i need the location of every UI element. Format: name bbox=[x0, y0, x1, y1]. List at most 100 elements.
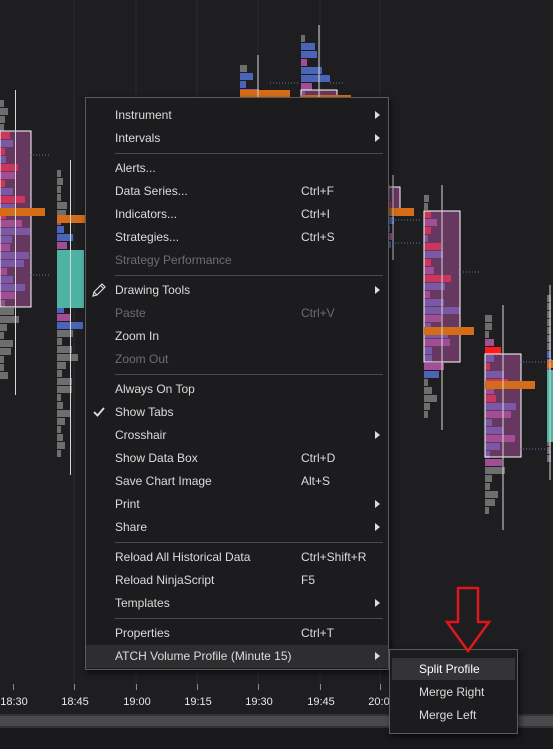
menu-item-label: Zoom Out bbox=[115, 352, 169, 366]
profile-bar bbox=[301, 75, 330, 82]
time-tick-label: 18:45 bbox=[61, 696, 89, 708]
menu-item-reload-historical-data[interactable]: Reload All Historical Data Ctrl+Shift+R bbox=[86, 546, 388, 569]
menu-item-intervals[interactable]: Intervals bbox=[86, 127, 388, 150]
menu-item-label: Drawing Tools bbox=[115, 283, 191, 297]
menu-separator bbox=[115, 153, 383, 154]
submenu-item-split-profile[interactable]: Split Profile bbox=[392, 658, 515, 680]
submenu-item-label: Merge Left bbox=[419, 708, 477, 722]
menu-item-shortcut: Ctrl+S bbox=[301, 230, 335, 244]
menu-item-drawing-tools[interactable]: Drawing Tools bbox=[86, 279, 388, 302]
menu-item-templates[interactable]: Templates bbox=[86, 592, 388, 615]
poc-line bbox=[386, 208, 414, 216]
profile-bar bbox=[57, 418, 65, 425]
profile-bar bbox=[0, 116, 5, 123]
profile-bar bbox=[485, 483, 490, 490]
menu-item-print[interactable]: Print bbox=[86, 493, 388, 516]
profile-bar bbox=[0, 348, 11, 355]
menu-item-strategies[interactable]: Strategies... Ctrl+S bbox=[86, 226, 388, 249]
menu-item-always-on-top[interactable]: Always On Top bbox=[86, 378, 388, 401]
time-tick-label: 19:00 bbox=[123, 696, 151, 708]
menu-item-label: Share bbox=[115, 520, 148, 534]
poc-line bbox=[0, 208, 45, 216]
profile-bar bbox=[240, 65, 247, 72]
menu-item-label: Data Series... bbox=[115, 184, 188, 198]
checkmark-icon bbox=[91, 404, 107, 420]
menu-item-data-series[interactable]: Data Series... Ctrl+F bbox=[86, 180, 388, 203]
profile-bar bbox=[424, 411, 428, 418]
profile-bar bbox=[57, 402, 63, 409]
profile-bar bbox=[301, 43, 315, 50]
submenu-arrow-icon bbox=[375, 500, 380, 508]
profile-bar bbox=[0, 372, 8, 379]
menu-item-shortcut: Ctrl+V bbox=[301, 306, 335, 320]
menu-item-properties[interactable]: Properties Ctrl+T bbox=[86, 622, 388, 645]
profile-bar bbox=[485, 339, 494, 346]
profile-bar bbox=[57, 226, 64, 233]
profile-bar bbox=[57, 202, 67, 209]
menu-item-label: Show Tabs bbox=[115, 405, 174, 419]
profile-bar bbox=[0, 108, 8, 115]
pencil-icon bbox=[91, 282, 107, 298]
profile-bar bbox=[301, 83, 312, 90]
profile-bar bbox=[57, 410, 70, 417]
submenu-item-label: Split Profile bbox=[419, 662, 480, 676]
menu-item-show-tabs[interactable]: Show Tabs bbox=[86, 401, 388, 424]
profile-bar bbox=[57, 442, 65, 449]
profile-bar bbox=[57, 362, 66, 369]
profile-bar bbox=[0, 308, 14, 315]
menu-item-label: Indicators... bbox=[115, 207, 178, 221]
menu-separator bbox=[115, 275, 383, 276]
submenu-item-merge-left[interactable]: Merge Left bbox=[392, 704, 515, 726]
profile-bar bbox=[0, 364, 4, 371]
annotation-arrow-icon bbox=[444, 586, 492, 654]
profile-bar bbox=[485, 315, 492, 322]
time-tick bbox=[74, 684, 75, 690]
menu-item-label: Properties bbox=[115, 626, 170, 640]
time-tick bbox=[136, 684, 137, 690]
menu-item-paste[interactable]: Paste Ctrl+V bbox=[86, 302, 388, 325]
menu-item-reload-ninjascript[interactable]: Reload NinjaScript F5 bbox=[86, 569, 388, 592]
profile-bar bbox=[57, 186, 61, 193]
menu-item-label: Zoom In bbox=[115, 329, 160, 343]
time-tick-label: 18:30 bbox=[0, 696, 28, 708]
profile-bar bbox=[424, 203, 428, 210]
profile-bar bbox=[301, 59, 307, 66]
menu-separator bbox=[115, 618, 383, 619]
profile-bar bbox=[301, 35, 305, 42]
profile-bar bbox=[424, 371, 439, 378]
menu-item-alerts[interactable]: Alerts... bbox=[86, 157, 388, 180]
profile-bar bbox=[0, 340, 13, 347]
time-tick bbox=[197, 684, 198, 690]
menu-item-show-data-box[interactable]: Show Data Box Ctrl+D bbox=[86, 447, 388, 470]
profile-bar bbox=[57, 346, 72, 353]
menu-item-instrument[interactable]: Instrument bbox=[86, 104, 388, 127]
menu-item-atch-volume-profile[interactable]: ATCH Volume Profile (Minute 15) bbox=[86, 645, 388, 668]
profile-bar bbox=[57, 242, 67, 249]
profile-bar bbox=[57, 378, 72, 385]
menu-item-share[interactable]: Share bbox=[86, 516, 388, 539]
menu-item-label: Strategies... bbox=[115, 230, 180, 244]
profile-bar bbox=[485, 323, 492, 330]
profile-bar bbox=[424, 403, 430, 410]
menu-item-crosshair[interactable]: Crosshair bbox=[86, 424, 388, 447]
profile-bar bbox=[57, 394, 61, 401]
menu-separator bbox=[115, 542, 383, 543]
menu-item-save-chart-image[interactable]: Save Chart Image Alt+S bbox=[86, 470, 388, 493]
profile-bar bbox=[57, 170, 61, 177]
profile-bar bbox=[240, 81, 246, 88]
profile-bar bbox=[0, 324, 7, 331]
submenu-arrow-icon bbox=[375, 134, 380, 142]
menu-item-label: Reload All Historical Data bbox=[115, 550, 251, 564]
menu-item-zoom-in[interactable]: Zoom In bbox=[86, 325, 388, 348]
profile-bar bbox=[57, 338, 62, 345]
submenu-arrow-icon bbox=[375, 431, 380, 439]
profile-bar bbox=[485, 499, 495, 506]
profile-bar bbox=[0, 100, 4, 107]
menu-item-shortcut: Ctrl+Shift+R bbox=[301, 550, 367, 564]
menu-separator bbox=[115, 374, 383, 375]
menu-item-strategy-performance[interactable]: Strategy Performance bbox=[86, 249, 388, 272]
submenu-item-merge-right[interactable]: Merge Right bbox=[392, 681, 515, 703]
menu-item-indicators[interactable]: Indicators... Ctrl+I bbox=[86, 203, 388, 226]
menu-item-zoom-out[interactable]: Zoom Out bbox=[86, 348, 388, 371]
menu-item-label: Templates bbox=[115, 596, 170, 610]
